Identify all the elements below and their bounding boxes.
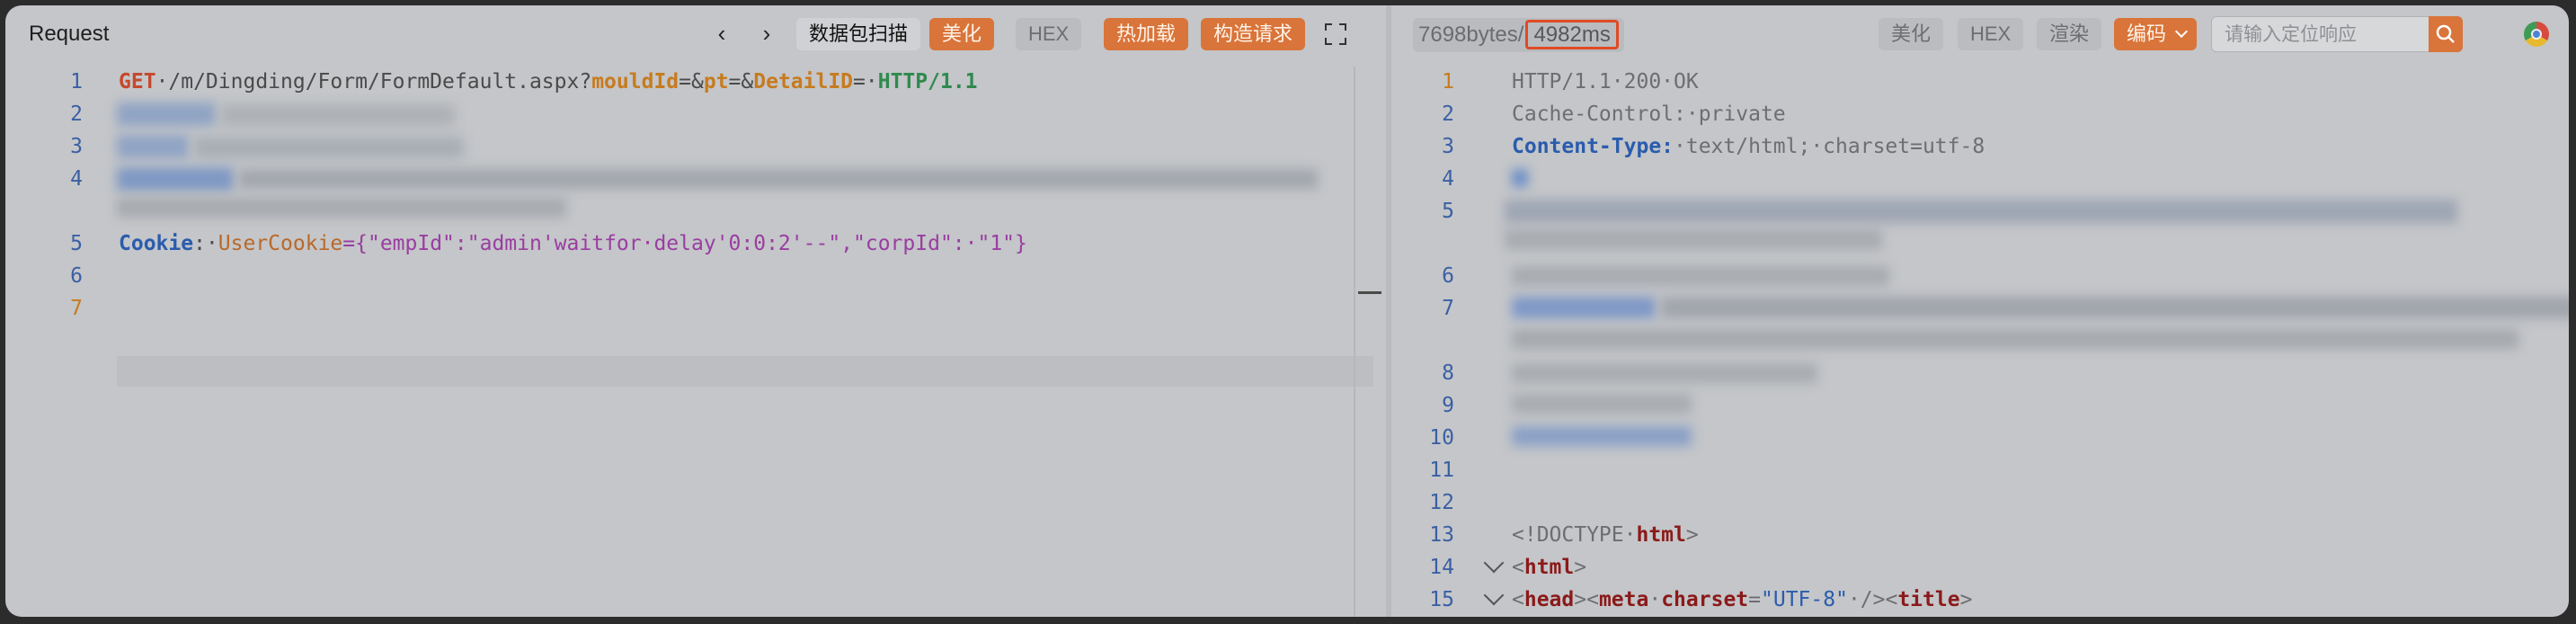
response-editor[interactable]: 1 HTTP/1.1·200·OK 2 Cache-Control:·priva… xyxy=(1391,67,2569,617)
request-editor[interactable]: 1 GET·/m/Dingding/Form/FormDefault.aspx?… xyxy=(5,67,1386,617)
hot-load-button[interactable]: 热加载 xyxy=(1104,18,1189,50)
encoding-label: 编码 xyxy=(2127,22,2167,45)
build-request-button[interactable]: 构造请求 xyxy=(1201,18,1306,50)
line-number: 3 xyxy=(1442,135,1454,158)
head-tag-line: <head><meta·charset="UTF-8"·/><title> xyxy=(1512,588,1973,611)
line-number: 2 xyxy=(1442,103,1454,126)
redacted-text xyxy=(194,137,464,158)
line-number: 5 xyxy=(70,232,83,255)
header-line: Content-Type:·text/html;·charset=utf-8 xyxy=(1512,135,1985,158)
encoding-dropdown[interactable]: 编码 xyxy=(2114,18,2198,50)
redacted-text xyxy=(117,135,189,158)
html-tag-line: <html> xyxy=(1512,556,1587,579)
time-separator: / xyxy=(1517,22,1524,47)
line-number: 8 xyxy=(1442,361,1454,385)
response-toolbar: 7698bytes/4982ms 美化 HEX 渲染 编码 xyxy=(1391,5,2569,63)
line-number: 1 xyxy=(1442,70,1454,94)
line-number: 2 xyxy=(70,103,83,126)
redacted-text xyxy=(1512,363,1817,383)
expand-icon[interactable] xyxy=(1323,22,1348,47)
editor-scrollbar-track[interactable] xyxy=(1354,67,1355,617)
beautify-button[interactable]: 美化 xyxy=(1879,18,1944,50)
redacted-text xyxy=(117,167,234,191)
line-number: 3 xyxy=(70,135,83,158)
back-arrow-icon[interactable]: ‹ xyxy=(708,20,735,49)
repeater-window: Request ‹ › 数据包扫描 美化 HEX 热加载 构造请求 1 GET·… xyxy=(5,5,2569,617)
redacted-text xyxy=(117,103,216,126)
redacted-text xyxy=(117,198,566,218)
line-number: 4 xyxy=(1442,167,1454,191)
redacted-text xyxy=(1512,297,1656,318)
cookie-header-line: Cookie:·UserCookie={"empId":"admin'waitf… xyxy=(119,232,1027,255)
response-pane: 7698bytes/4982ms 美化 HEX 渲染 编码 1 HTTP/1.1… xyxy=(1391,5,2569,617)
beautify-button[interactable]: 美化 xyxy=(929,18,995,50)
fold-chevron-icon[interactable] xyxy=(1483,584,1505,606)
doctype-line: <!DOCTYPE·html> xyxy=(1512,523,1699,547)
current-line-highlight xyxy=(117,356,1373,387)
redacted-text xyxy=(1661,297,2569,318)
response-search[interactable] xyxy=(2211,16,2463,53)
packet-scan-button[interactable]: 数据包扫描 xyxy=(796,18,921,50)
line-number: 1 xyxy=(70,70,83,94)
search-icon xyxy=(2436,24,2455,43)
request-toolbar: Request ‹ › 数据包扫描 美化 HEX 热加载 构造请求 xyxy=(5,5,1386,63)
line-number: 7 xyxy=(70,297,83,320)
scrollbar-marker[interactable] xyxy=(1358,291,1381,294)
hex-button[interactable]: HEX xyxy=(1958,18,2024,50)
line-number: 10 xyxy=(1429,426,1454,450)
line-number: 14 xyxy=(1429,556,1454,579)
forward-arrow-icon[interactable]: › xyxy=(753,20,780,49)
search-input[interactable] xyxy=(2223,17,2433,53)
line-number: 12 xyxy=(1429,491,1454,514)
redacted-text xyxy=(239,169,1318,189)
request-line: GET·/m/Dingding/Form/FormDefault.aspx?mo… xyxy=(119,70,978,94)
search-button[interactable] xyxy=(2429,16,2463,52)
redacted-text xyxy=(221,104,455,126)
request-title: Request xyxy=(29,22,110,46)
status-line: HTTP/1.1·200·OK xyxy=(1512,70,1699,94)
line-number: 13 xyxy=(1429,523,1454,547)
render-button[interactable]: 渲染 xyxy=(2037,18,2102,50)
redacted-text xyxy=(1512,394,1692,414)
redacted-text xyxy=(1505,228,1882,250)
request-pane: Request ‹ › 数据包扫描 美化 HEX 热加载 构造请求 1 GET·… xyxy=(5,5,1386,617)
response-size: 7698bytes xyxy=(1418,22,1518,47)
line-number: 4 xyxy=(70,167,83,191)
fold-chevron-icon[interactable] xyxy=(1483,552,1505,574)
line-number: 6 xyxy=(1442,264,1454,288)
response-time: 4982ms xyxy=(1525,20,1619,49)
line-number: 5 xyxy=(1442,200,1454,223)
line-number: 11 xyxy=(1429,459,1454,482)
browser-icon[interactable] xyxy=(2524,22,2549,47)
redacted-text xyxy=(1505,200,2457,223)
redacted-text xyxy=(1512,329,2518,349)
hex-button[interactable]: HEX xyxy=(1016,18,1082,50)
redacted-text xyxy=(1512,426,1692,446)
redacted-text xyxy=(1512,266,1889,286)
chevron-down-icon xyxy=(2174,24,2189,39)
header-line: Cache-Control:·private xyxy=(1512,103,1786,126)
line-number: 9 xyxy=(1442,394,1454,417)
redacted-text xyxy=(1512,169,1528,187)
line-number: 7 xyxy=(1442,297,1454,320)
line-number: 15 xyxy=(1429,588,1454,611)
line-number: 6 xyxy=(70,264,83,288)
response-stats: 7698bytes/4982ms xyxy=(1413,18,1624,52)
